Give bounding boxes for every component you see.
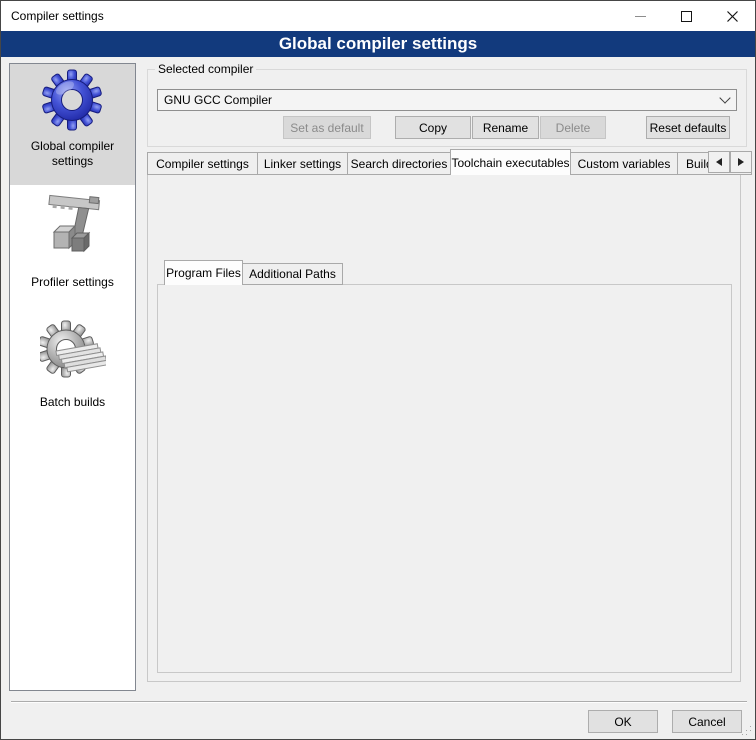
minimize-icon	[635, 16, 646, 17]
dialog-banner: Global compiler settings	[1, 31, 755, 57]
program-files-panel	[157, 284, 732, 673]
compiler-settings-dialog: Compiler settings Global compiler settin…	[0, 0, 756, 740]
sidebar-label-batch-builds[interactable]: Batch builds	[13, 395, 132, 410]
sidebar-item-batch-builds[interactable]	[40, 319, 106, 388]
blue-gear-icon	[40, 68, 104, 132]
tab-scroll-left-button[interactable]	[708, 151, 730, 173]
close-button[interactable]	[709, 1, 755, 31]
copy-button[interactable]: Copy	[395, 116, 471, 139]
sidebar-label-global-compiler-settings[interactable]: Global compiler settings	[13, 139, 132, 169]
window-title: Compiler settings	[11, 1, 104, 31]
maximize-icon	[681, 11, 692, 22]
arrow-right-icon	[738, 158, 744, 166]
tab-custom-variables[interactable]: Custom variables	[570, 152, 678, 175]
gray-gear-stack-icon	[40, 319, 106, 385]
minimize-button[interactable]	[617, 1, 663, 31]
arrow-left-icon	[716, 158, 722, 166]
tab-scroll-right-button[interactable]	[730, 151, 752, 173]
close-icon	[727, 11, 738, 22]
rename-button[interactable]: Rename	[472, 116, 539, 139]
subtab-additional-paths[interactable]: Additional Paths	[242, 263, 343, 285]
set-as-default-button[interactable]: Set as default	[283, 116, 371, 139]
sidebar-label-profiler-settings[interactable]: Profiler settings	[13, 275, 132, 290]
tab-compiler-settings[interactable]: Compiler settings	[147, 152, 258, 175]
caliper-icon	[42, 194, 104, 262]
maximize-button[interactable]	[663, 1, 709, 31]
sidebar-item-profiler-settings[interactable]	[42, 194, 104, 265]
subtab-program-files[interactable]: Program Files	[164, 260, 243, 285]
cancel-button[interactable]: Cancel	[672, 710, 742, 733]
sidebar-item-global-compiler-settings[interactable]	[40, 68, 104, 135]
tab-search-directories[interactable]: Search directories	[347, 152, 451, 175]
delete-button[interactable]: Delete	[540, 116, 606, 139]
resize-grip[interactable]	[749, 733, 752, 736]
titlebar: Compiler settings	[1, 1, 755, 31]
footer-divider	[11, 701, 747, 703]
selected-compiler-group-label: Selected compiler	[155, 62, 256, 76]
tab-linker-settings[interactable]: Linker settings	[257, 152, 348, 175]
ok-button[interactable]: OK	[588, 710, 658, 733]
chevron-down-icon	[719, 92, 730, 103]
selected-compiler-value: GNU GCC Compiler	[164, 93, 272, 107]
tab-toolchain-executables[interactable]: Toolchain executables	[450, 149, 571, 175]
reset-defaults-button[interactable]: Reset defaults	[646, 116, 730, 139]
selected-compiler-combobox[interactable]: GNU GCC Compiler	[157, 89, 737, 111]
